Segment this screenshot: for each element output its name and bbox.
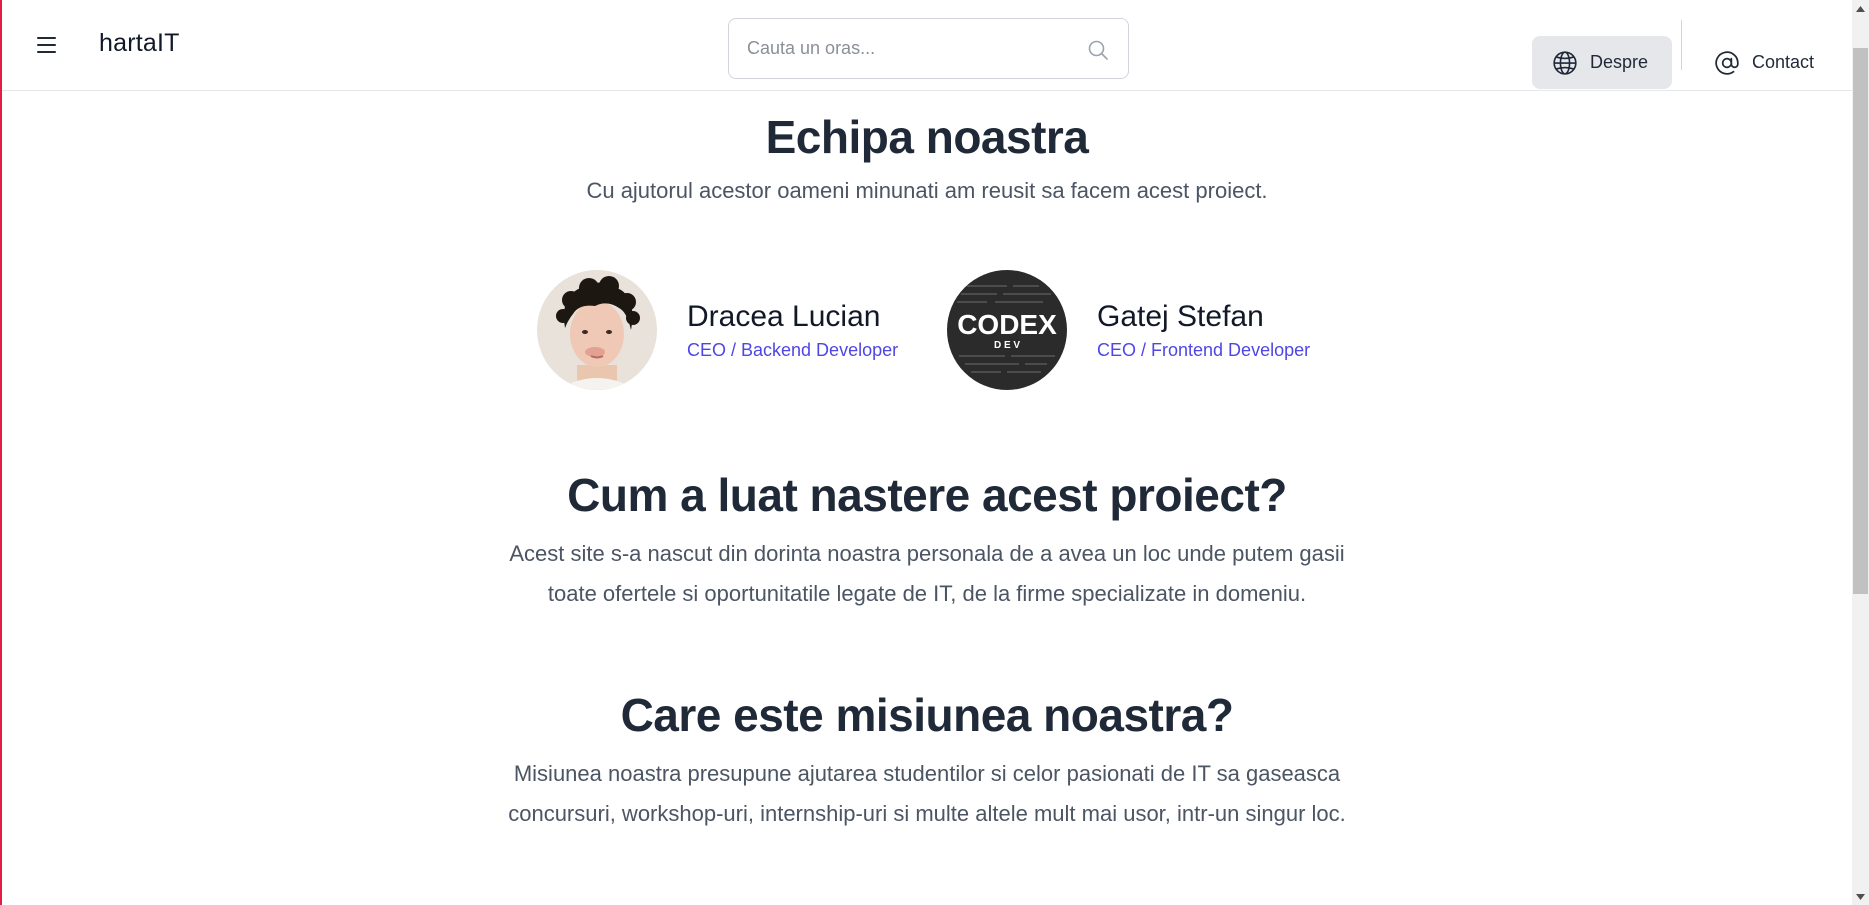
team-heading: Echipa noastra [765, 111, 1089, 163]
person-photo-icon [537, 270, 657, 390]
nav-divider [1681, 20, 1682, 70]
origin-line-2: toate ofertele si oportunitatile legate … [547, 581, 1307, 606]
avatar: CODEX D E V [947, 270, 1067, 390]
hamburger-menu-icon[interactable] [32, 30, 62, 60]
site-logo[interactable]: hartaIT [99, 29, 180, 58]
member-role: CEO / Backend Developer [687, 339, 899, 360]
at-sign-icon [1715, 50, 1739, 75]
globe-icon [1553, 50, 1577, 75]
nav-contact-button[interactable]: Contact [1700, 36, 1830, 89]
mission-paragraph: Misiunea noastra presupune ajutarea stud… [2, 754, 1852, 834]
mission-heading: Care este misiunea noastra? [620, 689, 1234, 741]
team-member-card: Dracea Lucian CEO / Backend Developer [537, 270, 898, 390]
origin-heading: Cum a luat nastere acest proiect? [567, 469, 1287, 521]
scrollbar-thumb[interactable] [1853, 48, 1868, 594]
member-name: Dracea Lucian [687, 299, 881, 333]
vertical-scrollbar[interactable] [1852, 0, 1869, 905]
top-navbar: hartaIT Despre Contact [2, 0, 1852, 91]
search-box [728, 18, 1129, 79]
search-icon[interactable] [1086, 38, 1110, 62]
nav-despre-button[interactable]: Despre [1532, 36, 1672, 89]
team-member-card: CODEX D E V Gatej Stefan CEO / Frontend … [947, 270, 1310, 390]
scroll-down-arrow-icon[interactable] [1852, 888, 1869, 905]
team-subtitle: Cu ajutorul acestor oameni minunati am r… [586, 178, 1268, 203]
codex-dev-logo-icon: CODEX D E V [947, 270, 1067, 390]
origin-line-1: Acest site s-a nascut din dorinta noastr… [509, 541, 1345, 566]
avatar [537, 270, 657, 390]
mission-line-1: Misiunea noastra presupune ajutarea stud… [513, 761, 1341, 786]
member-role: CEO / Frontend Developer [1097, 339, 1311, 360]
member-info: Gatej Stefan CEO / Frontend Developer [1097, 300, 1310, 361]
member-name: Gatej Stefan [1097, 299, 1264, 333]
mission-line-2: concursuri, workshop-uri, internship-uri… [508, 801, 1346, 826]
member-info: Dracea Lucian CEO / Backend Developer [687, 300, 898, 361]
origin-paragraph: Acest site s-a nascut din dorinta noastr… [2, 534, 1852, 614]
avatar-logo-text: CODEX [957, 309, 1057, 340]
avatar-logo-subtext: D E V [994, 340, 1020, 351]
nav-despre-label: Despre [1590, 52, 1649, 72]
scroll-up-arrow-icon[interactable] [1852, 0, 1869, 17]
nav-contact-label: Contact [1752, 52, 1815, 72]
search-input[interactable] [747, 19, 1067, 78]
